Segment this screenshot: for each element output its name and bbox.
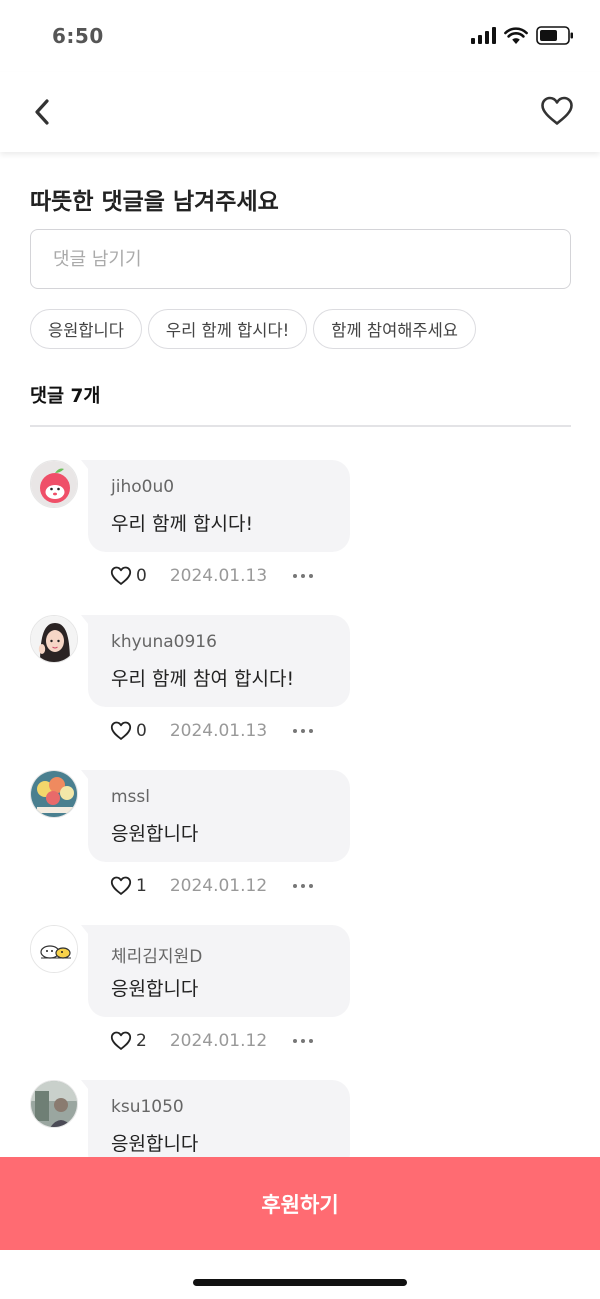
cellular-signal-icon — [471, 27, 496, 44]
home-indicator-area — [0, 1250, 600, 1299]
more-options-button[interactable] — [293, 1031, 314, 1051]
top-app-bar — [0, 72, 600, 152]
donate-button[interactable]: 후원하기 — [0, 1157, 600, 1250]
like-button[interactable]: 0 — [110, 721, 147, 741]
like-count: 0 — [136, 721, 147, 741]
avatar[interactable] — [30, 460, 78, 508]
status-bar: 6:50 — [0, 0, 600, 72]
quick-reply-chip[interactable]: 응원합니다 — [30, 309, 142, 349]
comment-date: 2024.01.13 — [169, 721, 268, 741]
comment-bubble: mssl 응원합니다 — [81, 770, 350, 862]
comment-author: khyuna0916 — [111, 632, 217, 652]
comment-item: khyuna0916 우리 함께 참여 합시다! 0 2024.01.13 — [0, 615, 600, 770]
heart-outline-icon — [110, 566, 132, 585]
screen: 6:50 따뜻한 댓글을 남겨주세요 댓글 남기기 응원합니다 우리 함께 합시… — [0, 0, 600, 1299]
comment-bubble: 체리김지원D 응원합니다 — [81, 925, 350, 1017]
comment-meta: 0 2024.01.13 — [110, 564, 314, 588]
comment-author: 체리김지원D — [111, 947, 203, 967]
comment-input[interactable] — [30, 229, 571, 289]
comment-list: jiho0u0 우리 함께 합시다! 0 2024.01.13 khyuna09… — [0, 460, 600, 1235]
comment-item: jiho0u0 우리 함께 합시다! 0 2024.01.13 — [0, 460, 600, 615]
avatar[interactable] — [30, 770, 78, 818]
more-options-button[interactable] — [293, 721, 314, 741]
comment-meta: 0 2024.01.13 — [110, 719, 314, 743]
heart-outline-icon — [110, 1031, 132, 1050]
quick-reply-chip[interactable]: 우리 함께 합시다! — [147, 309, 308, 349]
avatar[interactable] — [30, 615, 78, 663]
like-button[interactable]: 1 — [110, 876, 147, 896]
heart-outline-icon — [110, 721, 132, 740]
more-options-button[interactable] — [293, 566, 314, 586]
comment-text: 응원합니다 — [111, 978, 199, 1000]
photo-avatar-icon — [31, 1081, 77, 1127]
balloons-avatar-icon — [31, 771, 77, 817]
comment-bubble: khyuna0916 우리 함께 참여 합시다! — [81, 615, 350, 707]
comment-date: 2024.01.12 — [169, 876, 268, 896]
like-count: 0 — [136, 566, 147, 586]
battery-icon — [536, 26, 573, 45]
comment-item: 체리김지원D 응원합니다 2 2024.01.12 — [0, 925, 600, 1080]
comment-author: jiho0u0 — [111, 477, 175, 497]
comment-bubble: jiho0u0 우리 함께 합시다! — [81, 460, 350, 552]
comment-date: 2024.01.12 — [169, 1031, 268, 1051]
favorite-button[interactable] — [538, 92, 576, 130]
comment-count: 댓글 7개 — [30, 386, 101, 407]
comment-text: 우리 함께 참여 합시다! — [111, 668, 295, 690]
heart-outline-icon — [541, 96, 573, 125]
status-icons — [471, 26, 574, 45]
like-button[interactable]: 2 — [110, 1031, 147, 1051]
like-count: 1 — [136, 876, 147, 896]
more-options-button[interactable] — [293, 876, 314, 896]
comment-form-title: 따뜻한 댓글을 남겨주세요 — [30, 189, 279, 215]
comment-author: mssl — [111, 787, 150, 807]
heart-outline-icon — [110, 876, 132, 895]
quick-reply-chips: 응원합니다 우리 함께 합시다! 함께 참여해주세요 — [30, 309, 476, 349]
duck-character-avatar-icon — [31, 926, 77, 972]
avatar[interactable] — [30, 1080, 78, 1128]
like-count: 2 — [136, 1031, 147, 1051]
home-indicator[interactable] — [193, 1279, 407, 1286]
quick-reply-chip[interactable]: 함께 참여해주세요 — [313, 309, 476, 349]
comment-date: 2024.01.13 — [169, 566, 268, 586]
chevron-left-icon — [35, 99, 49, 125]
comment-meta: 2 2024.01.12 — [110, 1029, 314, 1053]
comment-item: mssl 응원합니다 1 2024.01.12 — [0, 770, 600, 925]
back-button[interactable] — [24, 94, 60, 130]
avatar[interactable] — [30, 925, 78, 973]
status-time: 6:50 — [52, 24, 104, 48]
apple-character-avatar-icon — [31, 461, 77, 507]
like-button[interactable]: 0 — [110, 566, 147, 586]
girl-avatar-icon — [31, 616, 77, 662]
divider — [30, 425, 571, 427]
comment-text: 우리 함께 합시다! — [111, 513, 254, 535]
comment-meta: 1 2024.01.12 — [110, 874, 314, 898]
wifi-icon — [504, 26, 528, 44]
comment-text: 응원합니다 — [111, 823, 199, 845]
comment-author: ksu1050 — [111, 1097, 184, 1117]
comment-text: 응원합니다 — [111, 1133, 199, 1155]
